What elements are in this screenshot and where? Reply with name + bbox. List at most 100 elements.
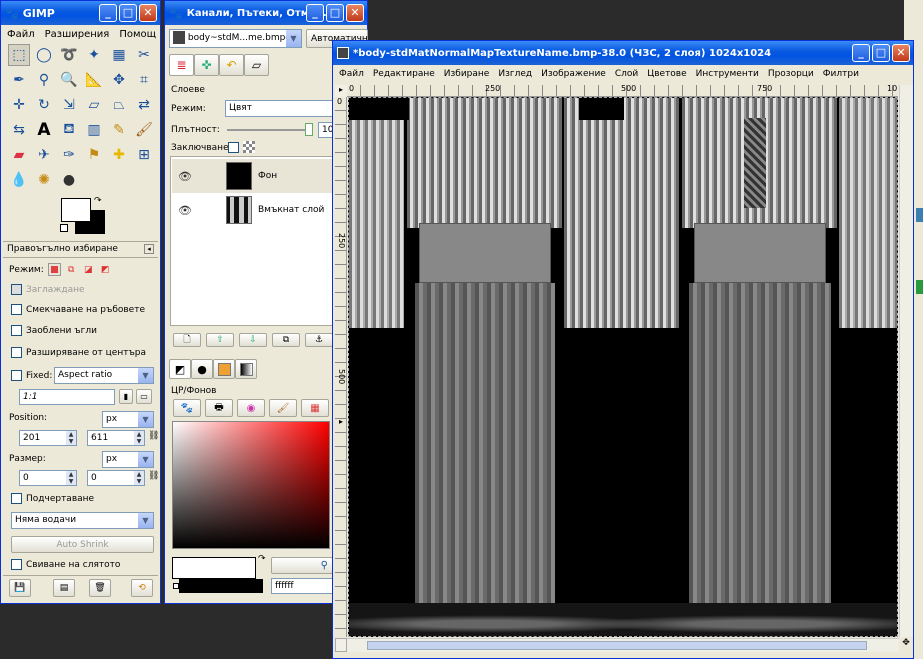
- antialias-option[interactable]: Заглаждане: [11, 284, 85, 295]
- scrollbar-thumb[interactable]: [367, 641, 867, 650]
- eyedropper-button[interactable]: ⚲: [271, 557, 333, 574]
- rounded-checkbox[interactable]: [11, 325, 22, 336]
- guides-select[interactable]: Няма водачи ▼: [11, 512, 154, 529]
- mode-add-icon[interactable]: ⧉: [65, 263, 78, 276]
- new-layer-button[interactable]: 🗋: [173, 333, 201, 347]
- horizontal-ruler[interactable]: 0 250 500 750 10: [347, 85, 898, 97]
- spin-icon[interactable]: ▲ ▼: [134, 431, 144, 445]
- crop-icon[interactable]: ⌗: [133, 69, 155, 91]
- maximize-button[interactable]: □: [872, 44, 890, 62]
- tab-brushes[interactable]: ●: [191, 359, 213, 379]
- bucket-fill-icon[interactable]: ⛾: [58, 119, 80, 141]
- menu-extensions[interactable]: Разширения: [45, 29, 110, 40]
- feather-option[interactable]: Смекчаване на ръбовете: [11, 304, 145, 315]
- tab-fg-bg[interactable]: ◩: [169, 359, 191, 379]
- fixed-mode-select[interactable]: Aspect ratio ▼: [54, 367, 154, 384]
- dodge-burn-icon[interactable]: ✺: [33, 169, 55, 191]
- highlight-checkbox[interactable]: [11, 493, 22, 504]
- quick-mask-icon[interactable]: [335, 638, 347, 652]
- gimp-selector-button[interactable]: 🐾: [173, 399, 201, 417]
- antialias-checkbox[interactable]: [11, 284, 22, 295]
- rect-select-icon[interactable]: ⬚: [8, 44, 30, 66]
- minimize-button[interactable]: _: [99, 4, 117, 22]
- text-icon[interactable]: A: [33, 119, 55, 141]
- eraser-icon[interactable]: ▰: [8, 144, 30, 166]
- position-unit-select[interactable]: px ▼: [102, 411, 154, 428]
- lasso-icon[interactable]: ➰: [58, 44, 80, 66]
- clone-icon[interactable]: ⚑: [83, 144, 105, 166]
- tab-channels[interactable]: ✜: [194, 54, 219, 76]
- restore-options-button[interactable]: ▤: [53, 579, 75, 597]
- hex-input[interactable]: ffffff: [271, 578, 333, 594]
- expand-checkbox[interactable]: [11, 347, 22, 358]
- fixed-option[interactable]: Fixed:: [11, 370, 52, 381]
- color-picker-gradient[interactable]: [172, 421, 330, 549]
- position-y-input[interactable]: 611 ▲ ▼: [87, 430, 145, 446]
- flip-icon[interactable]: ⇄: [133, 94, 155, 116]
- auto-shrink-button[interactable]: Auto Shrink: [11, 536, 154, 553]
- fg-small-swatch[interactable]: [173, 583, 179, 589]
- heal-icon[interactable]: ✚: [108, 144, 130, 166]
- palette-selector-button[interactable]: ▦: [301, 399, 329, 417]
- menu-help[interactable]: Помощ: [119, 29, 156, 40]
- default-colors-icon[interactable]: [60, 224, 68, 232]
- perspective-icon[interactable]: ⏢: [108, 94, 130, 116]
- align-icon[interactable]: ✛: [8, 94, 30, 116]
- move-icon[interactable]: ✥: [108, 69, 130, 91]
- ratio-input[interactable]: 1:1: [19, 389, 115, 405]
- opacity-slider[interactable]: [227, 129, 309, 131]
- vertical-ruler[interactable]: 0 250 500: [335, 97, 347, 637]
- wheel-selector-button[interactable]: ◉: [237, 399, 265, 417]
- navigate-icon[interactable]: ✥: [899, 638, 913, 652]
- reset-options-button[interactable]: ⟲: [131, 579, 153, 597]
- zoom-icon[interactable]: 🔍: [58, 69, 80, 91]
- lock-pixels-checkbox[interactable]: [228, 142, 239, 153]
- swap-colors-icon[interactable]: ↷: [94, 196, 102, 206]
- vertical-scrollbar[interactable]: [899, 85, 913, 637]
- tab-undo[interactable]: ↶: [219, 54, 244, 76]
- tool-options-menu-icon[interactable]: ◂: [144, 244, 154, 254]
- shrink-merged-option[interactable]: Свиване на слятото: [11, 559, 120, 570]
- ratio-swap-button[interactable]: ▭: [136, 389, 152, 404]
- toolbox-titlebar[interactable]: 🐾 GIMP _ □ ✕: [1, 1, 160, 25]
- color-picker-icon[interactable]: ⚲: [33, 69, 55, 91]
- image-titlebar[interactable]: *body-stdMatNormalMapTextureName.bmp-38.…: [333, 41, 913, 65]
- ink-icon[interactable]: ✑: [58, 144, 80, 166]
- delete-options-button[interactable]: 🗑: [89, 579, 111, 597]
- canvas-right-arrow-icon[interactable]: ▸: [339, 417, 343, 426]
- lock-alpha-icon[interactable]: [243, 141, 255, 153]
- fg-color-preview[interactable]: [172, 557, 256, 579]
- blur-icon[interactable]: ●: [58, 169, 80, 191]
- menu-file[interactable]: Файл: [7, 29, 35, 40]
- shrink-merged-checkbox[interactable]: [11, 559, 22, 570]
- size-height-input[interactable]: 0 ▲ ▼: [87, 470, 145, 486]
- menu-view[interactable]: Изглед: [498, 69, 532, 79]
- opacity-slider-handle[interactable]: [305, 123, 313, 136]
- brush-selector-button[interactable]: 🖌: [269, 399, 297, 417]
- perspective-clone-icon[interactable]: ⊞: [133, 144, 155, 166]
- image-select[interactable]: body~stdM...me.bmp-38 ▼: [169, 29, 302, 48]
- horizontal-scrollbar[interactable]: [347, 638, 899, 652]
- menu-filters[interactable]: Филтри: [823, 69, 859, 79]
- mode-intersect-icon[interactable]: ◩: [99, 263, 112, 276]
- menu-edit[interactable]: Редактиране: [373, 69, 435, 79]
- lower-layer-button[interactable]: ⇩: [239, 333, 267, 347]
- close-button[interactable]: ✕: [346, 4, 364, 22]
- highlight-option[interactable]: Подчертаване: [11, 493, 94, 504]
- rotate-icon[interactable]: ↻: [33, 94, 55, 116]
- dock-titlebar[interactable]: 🐾 Канали, Пътеки, Отмя... _ □ ✕: [165, 1, 367, 25]
- visibility-eye-icon[interactable]: 👁: [172, 204, 198, 217]
- fuzzy-select-icon[interactable]: ✦: [83, 44, 105, 66]
- mode-subtract-icon[interactable]: ◪: [82, 263, 95, 276]
- paths-icon[interactable]: ✒: [8, 69, 30, 91]
- cmyk-selector-button[interactable]: 🖶: [205, 399, 233, 417]
- mode-replace-icon[interactable]: [47, 263, 61, 276]
- swap-arrow-icon[interactable]: ↷: [258, 554, 266, 564]
- pencil-icon[interactable]: ✎: [108, 119, 130, 141]
- expand-option[interactable]: Разширяване от центъра: [11, 347, 146, 358]
- chain-icon[interactable]: ⛓: [148, 471, 159, 481]
- anchor-layer-button[interactable]: ⚓: [305, 333, 333, 347]
- size-width-input[interactable]: 0 ▲ ▼: [19, 470, 77, 486]
- rounded-option[interactable]: Заоблени ъгли: [11, 325, 97, 336]
- position-x-input[interactable]: 201 ▲ ▼: [19, 430, 77, 446]
